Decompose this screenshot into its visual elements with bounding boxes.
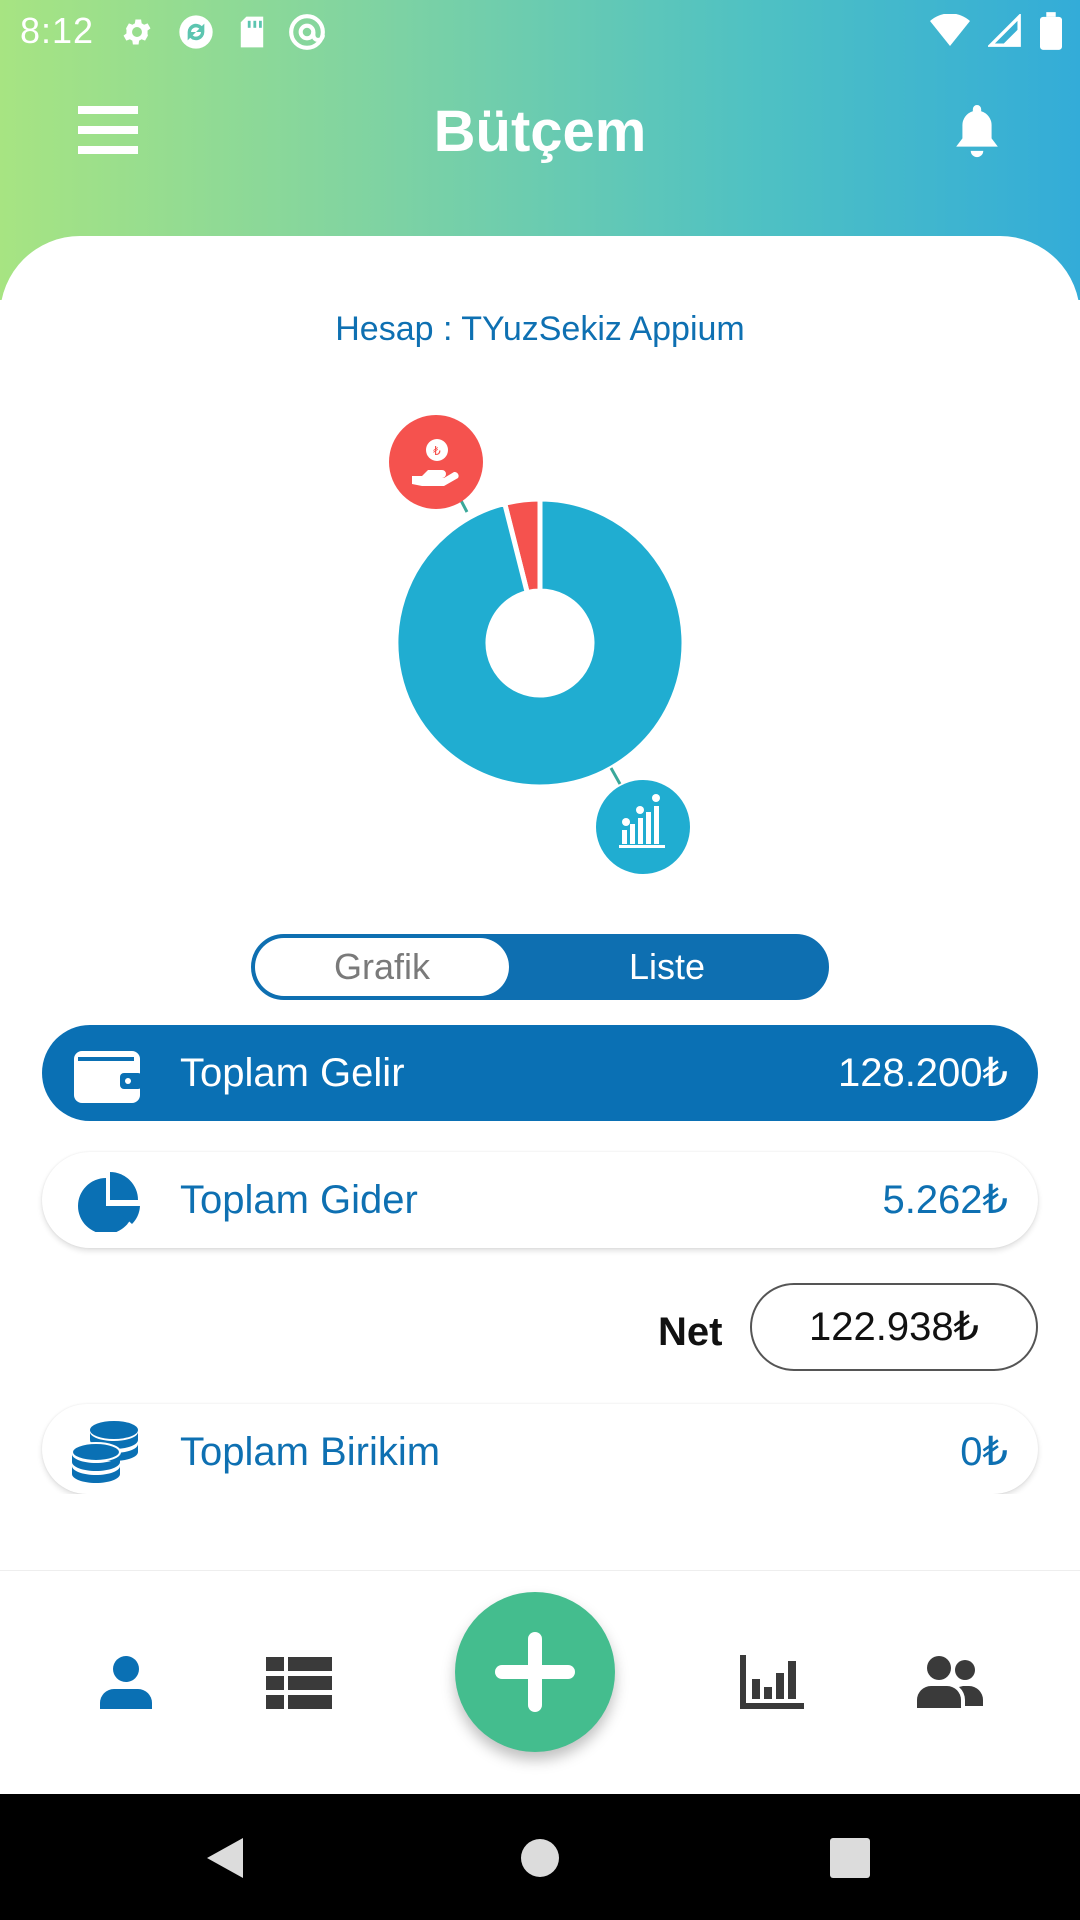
back-icon (207, 1838, 243, 1878)
home-icon (521, 1839, 559, 1877)
income-badge[interactable] (596, 780, 690, 874)
income-connector-line (609, 767, 622, 785)
bar-chart-icon (740, 1655, 804, 1709)
net-label: Net (658, 1310, 723, 1354)
sync-icon (179, 15, 213, 49)
nav-list[interactable] (266, 1657, 332, 1714)
total-expense-value: 5.262₺ (882, 1178, 1008, 1222)
at-sign-icon (289, 14, 325, 50)
nav-profile[interactable] (98, 1655, 154, 1714)
net-value: 122.938₺ (750, 1283, 1038, 1371)
battery-icon (1040, 12, 1062, 50)
savings-clip: Toplam Birikim 0₺ (0, 1390, 1080, 1494)
total-savings-row[interactable]: Toplam Birikim 0₺ (42, 1404, 1038, 1494)
cell-signal-icon (988, 14, 1021, 47)
total-income-label: Toplam Gelir (180, 1051, 405, 1095)
donut-chart: ₺ (389, 415, 690, 874)
users-icon (917, 1656, 983, 1708)
pie-chart-icon (78, 1172, 140, 1232)
total-savings-value: 0₺ (960, 1430, 1008, 1474)
nav-users[interactable] (917, 1656, 983, 1713)
sd-card-icon (240, 16, 264, 48)
coins-stack-icon (71, 1421, 138, 1483)
system-back-button[interactable] (205, 1836, 245, 1885)
system-home-button[interactable] (520, 1838, 560, 1883)
wifi-icon (930, 14, 970, 46)
account-label: Hesap : TYuzSekiz Appium (335, 310, 745, 348)
add-icon (495, 1632, 575, 1712)
view-toggle[interactable]: Grafik Liste (251, 934, 829, 1000)
bell-icon (956, 105, 998, 158)
toggle-liste[interactable]: Liste (509, 938, 825, 996)
wallet-icon (74, 1051, 142, 1103)
system-recents-button[interactable] (830, 1838, 870, 1883)
total-income-value: 128.200₺ (837, 1051, 1008, 1095)
total-savings-label: Toplam Birikim (180, 1430, 441, 1474)
notification-button[interactable] (952, 100, 1010, 162)
donut-segment-gelir[interactable] (393, 496, 687, 790)
recents-icon (830, 1838, 870, 1878)
status-time: 8:12 (20, 10, 95, 51)
user-icon (100, 1656, 152, 1709)
settings-icon (123, 19, 151, 45)
app-title: Bütçem (433, 99, 647, 164)
list-icon (266, 1657, 332, 1709)
nav-reports[interactable] (740, 1655, 804, 1714)
total-expense-label: Toplam Gider (180, 1178, 418, 1222)
svg-text:₺: ₺ (433, 444, 441, 458)
expense-badge[interactable]: ₺ (389, 415, 483, 509)
add-button[interactable] (455, 1592, 615, 1752)
toggle-grafik[interactable]: Grafik (255, 938, 509, 996)
status-bar: 8:12 (0, 0, 1080, 62)
total-expense-row[interactable]: Toplam Gider 5.262₺ (42, 1152, 1038, 1248)
total-income-row[interactable]: Toplam Gelir 128.200₺ (42, 1025, 1038, 1121)
